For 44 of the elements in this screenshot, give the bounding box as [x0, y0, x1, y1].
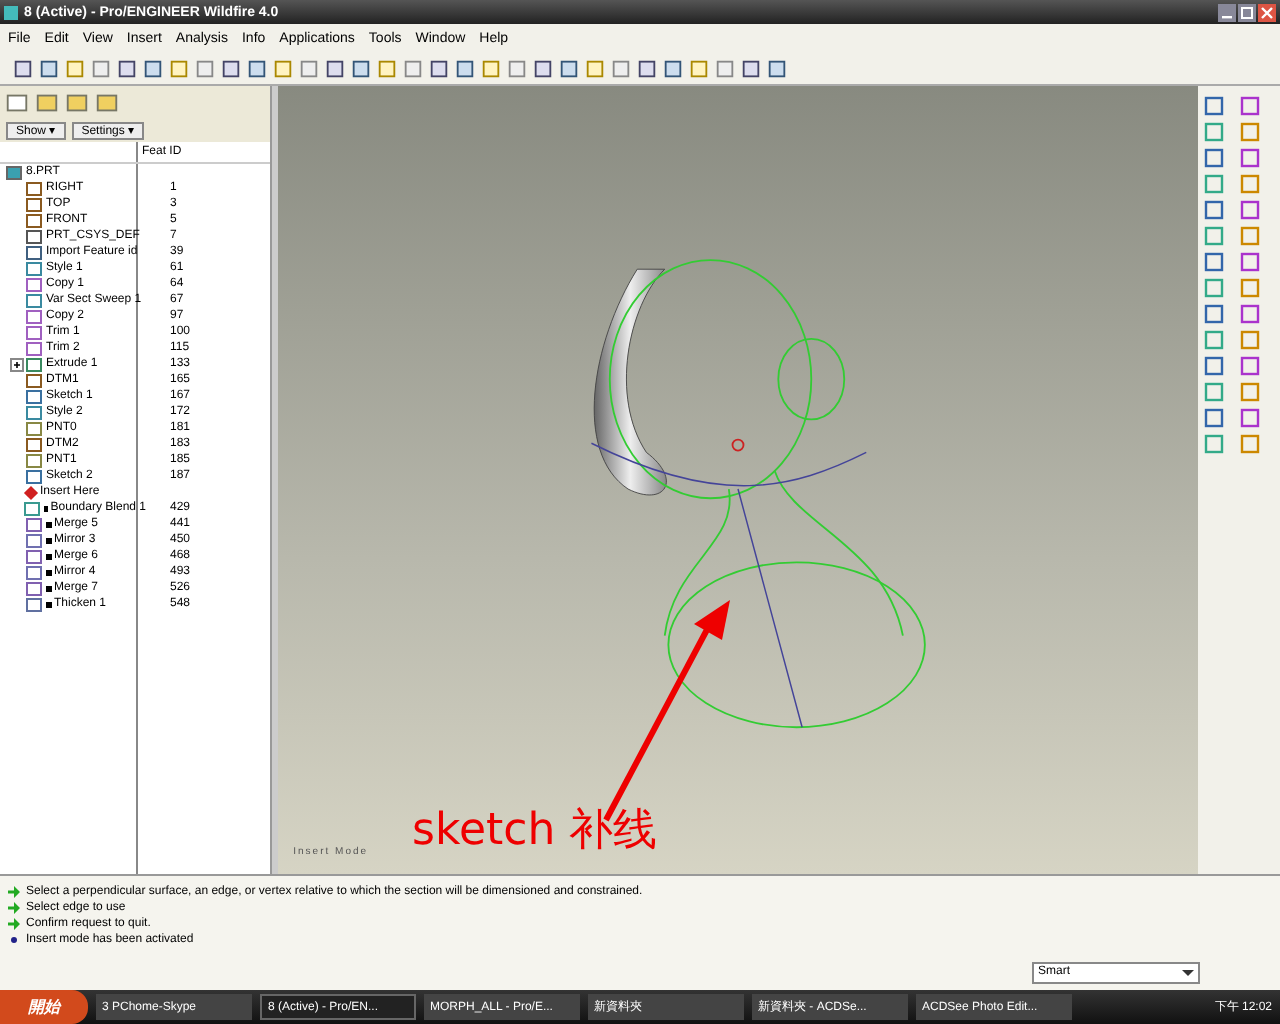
tool-icon[interactable]	[142, 57, 164, 79]
tool-icon[interactable]	[1201, 94, 1226, 118]
tool-icon[interactable]	[1237, 94, 1262, 118]
navigator-tab-icon[interactable]	[64, 90, 90, 116]
close-button[interactable]	[1258, 3, 1276, 21]
tool-icon[interactable]	[532, 57, 554, 79]
tool-icon[interactable]	[1201, 354, 1226, 378]
tool-icon[interactable]	[1201, 250, 1226, 274]
tool-icon[interactable]	[220, 57, 242, 79]
tool-icon[interactable]	[1201, 302, 1226, 326]
tool-icon[interactable]	[1237, 354, 1262, 378]
tool-icon[interactable]	[1237, 198, 1262, 222]
tool-icon[interactable]	[1237, 250, 1262, 274]
tool-icon[interactable]	[740, 57, 762, 79]
tool-icon[interactable]	[1201, 406, 1226, 430]
bullet-icon	[8, 934, 20, 946]
tool-icon[interactable]	[428, 57, 450, 79]
start-button[interactable]: 開始	[0, 990, 88, 1024]
insert-icon	[23, 484, 39, 500]
expand-toggle[interactable]	[10, 357, 24, 371]
navigator-tab-icon[interactable]	[94, 90, 120, 116]
tool-icon[interactable]	[116, 57, 138, 79]
tool-icon[interactable]	[1237, 406, 1262, 430]
tool-icon[interactable]	[324, 57, 346, 79]
navigator-tab-icon[interactable]	[4, 90, 30, 116]
tool-icon[interactable]	[766, 57, 788, 79]
tool-icon[interactable]	[1201, 198, 1226, 222]
tool-icon[interactable]	[454, 57, 476, 79]
tool-icon[interactable]	[662, 57, 684, 79]
annotation-text: sketch 补线	[412, 806, 658, 858]
tool-icon[interactable]	[558, 57, 580, 79]
tool-icon[interactable]	[350, 57, 372, 79]
tool-icon[interactable]	[1201, 146, 1226, 170]
tool-icon[interactable]	[1237, 146, 1262, 170]
tool-icon[interactable]	[12, 57, 34, 79]
app-icon	[4, 5, 18, 19]
part-icon	[6, 165, 22, 179]
tool-icon[interactable]	[38, 57, 60, 79]
tool-icon[interactable]	[1237, 302, 1262, 326]
dropdown-arrow-icon	[1180, 964, 1196, 980]
navigator-tab-icon[interactable]	[34, 90, 60, 116]
maximize-button[interactable]	[1238, 3, 1256, 21]
tool-icon[interactable]	[636, 57, 658, 79]
tool-icon[interactable]	[246, 57, 268, 79]
